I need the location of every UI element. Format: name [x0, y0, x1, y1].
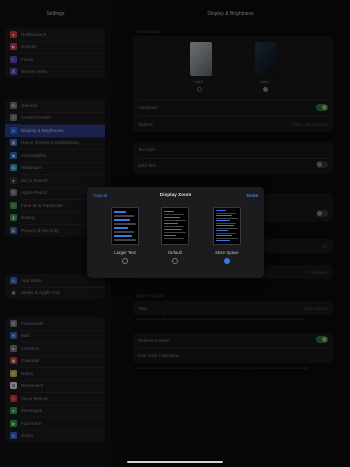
- larger-text-label: Larger Text: [114, 250, 136, 255]
- larger-text-radio[interactable]: [122, 258, 128, 264]
- zoom-option-default[interactable]: Default: [157, 207, 193, 264]
- done-button[interactable]: Done: [247, 193, 258, 198]
- sheet-title: Display Zoom: [159, 193, 192, 198]
- more-space-radio[interactable]: [224, 258, 230, 264]
- more-space-label: More Space: [215, 250, 239, 255]
- cancel-button[interactable]: Cancel: [93, 193, 107, 198]
- default-preview: [161, 207, 189, 245]
- zoom-option-larger-text[interactable]: Larger Text: [107, 207, 143, 264]
- more-space-preview: [213, 207, 241, 245]
- larger-text-preview: [111, 207, 139, 245]
- zoom-option-more-space[interactable]: More Space: [209, 207, 245, 264]
- default-radio[interactable]: [172, 258, 178, 264]
- home-indicator[interactable]: [127, 461, 223, 463]
- display-zoom-sheet: Display Zoom Cancel Done Larger Text Def…: [87, 187, 264, 278]
- default-label: Default: [168, 250, 182, 255]
